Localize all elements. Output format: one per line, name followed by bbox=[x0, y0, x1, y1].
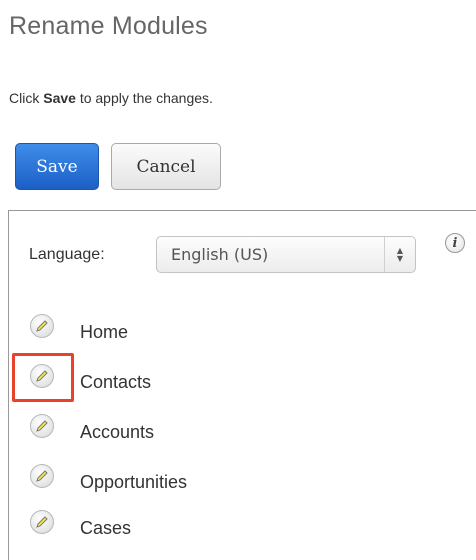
highlight-box bbox=[12, 353, 74, 402]
module-label: Opportunities bbox=[80, 472, 188, 492]
select-arrows-icon: ▲ ▼ bbox=[384, 237, 415, 272]
page-title: Rename Modules bbox=[9, 12, 208, 40]
pencil-icon[interactable] bbox=[30, 314, 54, 338]
pencil-icon[interactable] bbox=[30, 464, 54, 488]
module-label: Accounts bbox=[80, 422, 155, 442]
language-select[interactable]: English (US) ▲ ▼ bbox=[156, 236, 416, 273]
pencil-icon[interactable] bbox=[30, 510, 54, 534]
module-label: Cases bbox=[80, 518, 132, 538]
language-label: Language: bbox=[29, 246, 105, 263]
pencil-icon[interactable] bbox=[30, 414, 54, 438]
instructions-text: Click Save to apply the changes. bbox=[9, 90, 213, 106]
cancel-button[interactable]: Cancel bbox=[111, 143, 221, 190]
module-label: Home bbox=[80, 322, 129, 342]
module-label: Contacts bbox=[80, 372, 152, 392]
info-icon[interactable]: i bbox=[445, 233, 465, 253]
save-button[interactable]: Save bbox=[15, 143, 99, 190]
language-selected-value: English (US) bbox=[171, 245, 269, 264]
